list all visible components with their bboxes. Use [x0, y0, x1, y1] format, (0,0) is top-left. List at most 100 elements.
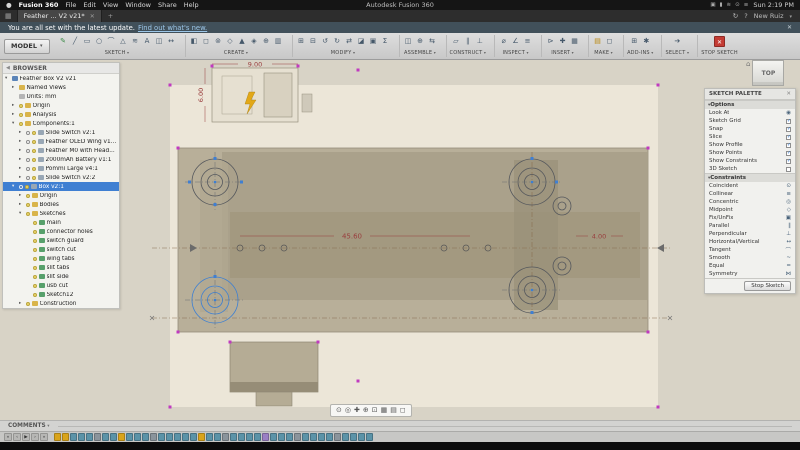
expander-closed-icon[interactable]	[12, 85, 17, 90]
timeline-item-sketch[interactable]	[174, 433, 181, 441]
appearance-icon[interactable]: ▣	[368, 36, 379, 47]
expander-open-icon[interactable]	[19, 211, 24, 216]
browser-row[interactable]: Feather M0 with Head...	[3, 146, 119, 155]
expander-closed-icon[interactable]	[19, 166, 24, 171]
insert-svg-icon[interactable]: ✚	[557, 36, 568, 47]
timeline-begin-button[interactable]: «	[4, 433, 12, 441]
visibility-icon[interactable]	[25, 185, 29, 189]
scripts-addins-icon[interactable]: ⊞	[629, 36, 640, 47]
browser-row[interactable]: connector holes	[3, 227, 119, 236]
snap-checkbox[interactable]	[786, 127, 791, 132]
split-icon[interactable]: ◪	[356, 36, 367, 47]
browser-row[interactable]: Slide Switch v2:1	[3, 128, 119, 137]
nav-orbit-icon[interactable]: ⊙	[336, 404, 342, 417]
browser-row[interactable]: Origin	[3, 101, 119, 110]
insert-mesh-icon[interactable]: ⊳	[545, 36, 556, 47]
browser-row[interactable]: Feather OLED Wing v1...	[3, 137, 119, 146]
apple-menu-icon[interactable]: ●	[6, 1, 12, 9]
sketch-dimension-icon[interactable]: ↔	[166, 36, 177, 47]
browser-row[interactable]: slit side	[3, 272, 119, 281]
measure-icon[interactable]: ⌀	[498, 36, 509, 47]
browser-row[interactable]: Sketches	[3, 209, 119, 218]
modify-menu[interactable]: MODIFY	[331, 50, 355, 56]
timeline-item-sketch[interactable]	[230, 433, 237, 441]
menu-share[interactable]: Share	[158, 1, 177, 9]
palette-row-parallel[interactable]: Parallel∥	[705, 222, 795, 230]
offset-plane-icon[interactable]: ▱	[450, 36, 461, 47]
nav-grid-settings-icon[interactable]: ▤	[390, 404, 397, 417]
polygon-icon[interactable]: △	[118, 36, 129, 47]
browser-row[interactable]: Construction	[3, 299, 119, 308]
timeline-item-sketch[interactable]	[286, 433, 293, 441]
menu-extras-icon[interactable]: ≡	[744, 2, 749, 8]
palette-section-options[interactable]: Options	[705, 100, 795, 109]
expander-closed-icon[interactable]	[19, 175, 24, 180]
new-component-icon[interactable]: ◫	[403, 36, 414, 47]
timeline-item-feature[interactable]	[150, 433, 157, 441]
timeline-item-sketch[interactable]	[350, 433, 357, 441]
timeline-item-feature[interactable]	[222, 433, 229, 441]
palette-row-sketch-grid[interactable]: Sketch Grid	[705, 117, 795, 125]
activate-radio[interactable]	[26, 167, 30, 171]
shell-icon[interactable]: ⊟	[308, 36, 319, 47]
palette-row-tangent[interactable]: Tangent⌒	[705, 246, 795, 254]
palette-row-fix-unfix[interactable]: Fix/UnFix▣	[705, 214, 795, 222]
app-grid-icon[interactable]: ▦	[0, 12, 17, 20]
timeline-item-sketch[interactable]	[134, 433, 141, 441]
timeline-item-sketch[interactable]	[342, 433, 349, 441]
timeline-item-sketch[interactable]	[182, 433, 189, 441]
create-sketch-icon[interactable]: ✎	[58, 36, 69, 47]
visibility-icon[interactable]	[33, 266, 37, 270]
menubar-app-name[interactable]: Fusion 360	[19, 1, 59, 9]
sketch-text-icon[interactable]: A	[142, 36, 153, 47]
show-profile-checkbox[interactable]	[786, 143, 791, 148]
timeline-item-feature[interactable]	[94, 433, 101, 441]
activate-radio[interactable]	[26, 158, 30, 162]
workspace-selector[interactable]: MODEL	[4, 39, 50, 54]
coincident-icon[interactable]: ⊙	[786, 183, 791, 189]
palette-row-show-points[interactable]: Show Points	[705, 149, 795, 157]
coil-icon[interactable]: ◈	[249, 36, 260, 47]
browser-row[interactable]: Pommi Large v4:1	[3, 164, 119, 173]
browser-row[interactable]: Named Views	[3, 83, 119, 92]
timeline-item-sketch[interactable]	[86, 433, 93, 441]
palette-row-symmetry[interactable]: Symmetry⋈	[705, 270, 795, 278]
timeline-item-sketch[interactable]	[142, 433, 149, 441]
timeline-item-joint[interactable]	[262, 433, 269, 441]
decal-icon[interactable]: ▦	[569, 36, 580, 47]
make-3d-print-icon[interactable]: ▤	[592, 36, 603, 47]
nav-fit-icon[interactable]: ⊡	[372, 404, 378, 417]
palette-row-coincident[interactable]: Coincident⊙	[705, 182, 795, 190]
palette-row-3d-sketch[interactable]: 3D Sketch	[705, 165, 795, 173]
visibility-icon[interactable]	[33, 284, 37, 288]
timeline-item-sketch[interactable]	[358, 433, 365, 441]
timeline-item-sketch[interactable]	[238, 433, 245, 441]
timeline-item-sketch[interactable]	[254, 433, 261, 441]
visibility-icon[interactable]	[19, 122, 23, 126]
palette-row-slice[interactable]: Slice	[705, 133, 795, 141]
visibility-icon[interactable]	[32, 140, 36, 144]
visibility-icon[interactable]	[32, 158, 36, 162]
banner-close-icon[interactable]: ✕	[787, 24, 792, 31]
slice-checkbox[interactable]	[786, 135, 791, 140]
rectangle-icon[interactable]: ▭	[82, 36, 93, 47]
browser-row[interactable]: Units: mm	[3, 92, 119, 101]
box-icon[interactable]: ◻	[201, 36, 212, 47]
stop-sketch-icon[interactable]: ✕	[714, 36, 725, 47]
modeling-canvas[interactable]: 45.60 4.00 9.00 6.00	[0, 60, 800, 420]
smooth-icon[interactable]: ~	[786, 255, 791, 261]
nav-pan-icon[interactable]: ✚	[354, 404, 360, 417]
fillet-icon[interactable]: ↺	[320, 36, 331, 47]
browser-row[interactable]: switch cut	[3, 245, 119, 254]
sketch-menu[interactable]: SKETCH	[105, 50, 130, 56]
timeline-item-sketch[interactable]	[214, 433, 221, 441]
help-icon[interactable]: ?	[744, 12, 747, 20]
horizontal-vertical-icon[interactable]: ↔	[786, 239, 791, 245]
assemble-menu[interactable]: ASSEMBLE	[404, 50, 436, 56]
expander-closed-icon[interactable]	[19, 148, 24, 153]
browser-collapse-icon[interactable]: ◀	[6, 65, 10, 71]
timeline-item-sketch[interactable]	[126, 433, 133, 441]
palette-close-icon[interactable]: ✕	[786, 91, 791, 97]
expander-open-icon[interactable]	[5, 76, 10, 81]
palette-row-smooth[interactable]: Smooth~	[705, 254, 795, 262]
